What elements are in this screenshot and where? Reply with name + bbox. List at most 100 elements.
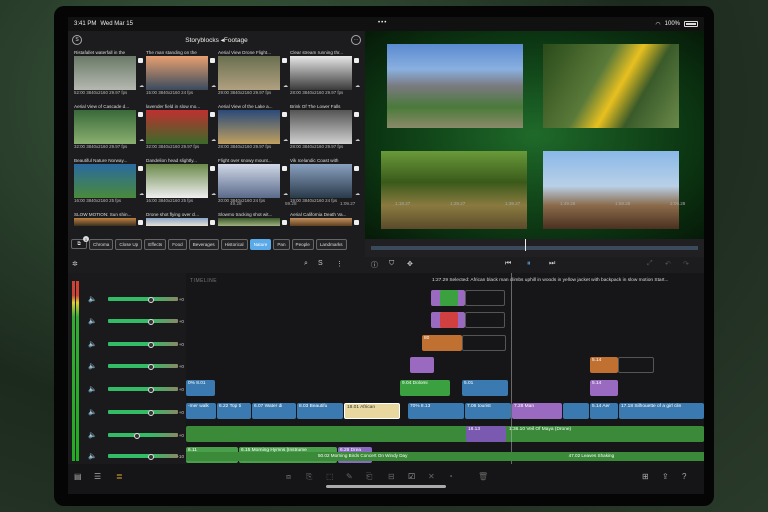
footage-tile[interactable]: lavender field in slow mo... ☁ 32:00 3840x…: [146, 104, 216, 150]
speaker-icon[interactable]: 🔈: [88, 362, 102, 370]
category-chip[interactable]: Landmarks: [315, 238, 347, 250]
delete-icon[interactable]: ✕: [428, 472, 435, 481]
footage-tile[interactable]: Brink Of The Lower Falls ☁ 28:00 3840x2160…: [290, 104, 360, 150]
primary-clip[interactable]: 17.18 Silhouette of a girl clin: [619, 403, 704, 419]
select-icon[interactable]: [138, 58, 143, 63]
timeline-clip-placeholder[interactable]: [465, 290, 505, 306]
timeline-clip[interactable]: [440, 290, 458, 306]
timeline-clip[interactable]: 5.14: [590, 357, 618, 373]
footage-tile[interactable]: Flight over snowy mount... ☁ 20:00 3840x21…: [218, 158, 288, 204]
select-icon[interactable]: [138, 166, 143, 171]
move-icon[interactable]: ✥: [407, 260, 413, 268]
select-icon[interactable]: [210, 166, 215, 171]
fader-knob[interactable]: [148, 364, 154, 370]
tile-thumbnail[interactable]: ☁: [74, 110, 144, 144]
skip-forward-icon[interactable]: ⏭: [549, 260, 555, 268]
footage-tile[interactable]: Aerial View of Cascade d... ☁ 32:00 3840x2…: [74, 104, 144, 150]
scrub-bar[interactable]: [365, 239, 704, 257]
project-icon[interactable]: ▤: [74, 472, 82, 481]
fader-knob[interactable]: [148, 297, 154, 303]
tile-thumbnail[interactable]: ☁: [74, 164, 144, 198]
volume-fader[interactable]: [108, 433, 178, 439]
timeline-tracks[interactable]: TIMELINE 1:27.29 Selected: African black…: [186, 273, 704, 464]
copy-icon[interactable]: ⎘: [306, 472, 312, 482]
primary-clip[interactable]: 7.28 Man: [512, 403, 562, 419]
primary-clip[interactable]: -mer walk: [186, 403, 216, 419]
fader-knob[interactable]: [148, 454, 154, 460]
info-icon[interactable]: ⓘ: [371, 260, 378, 270]
volume-fader[interactable]: [108, 364, 178, 370]
cloud-download-icon[interactable]: ☁: [139, 191, 144, 197]
category-chip[interactable]: Pan: [273, 238, 290, 250]
tile-thumbnail[interactable]: ☁: [218, 110, 288, 144]
fader-knob[interactable]: [148, 387, 154, 393]
volume-fader[interactable]: [108, 297, 178, 303]
filter-button[interactable]: ⧉ 1: [71, 236, 89, 249]
detach-icon[interactable]: ⬚: [326, 472, 334, 481]
cloud-download-icon[interactable]: ☁: [283, 191, 288, 197]
footage-tile[interactable]: Dandelion head slightly... ☁ 16:00 3840x21…: [146, 158, 216, 204]
skip-back-icon[interactable]: ⏮: [505, 260, 511, 268]
storyblocks-icon[interactable]: S: [318, 260, 323, 267]
volume-fader[interactable]: [108, 454, 178, 460]
primary-clip[interactable]: 6.07 Water di: [252, 403, 296, 419]
select-icon[interactable]: [282, 58, 287, 63]
undo-icon[interactable]: ↶: [665, 260, 671, 268]
timeline-clip-placeholder[interactable]: [465, 312, 505, 328]
edit-icon[interactable]: ✎: [346, 472, 353, 481]
select-icon[interactable]: [138, 220, 143, 225]
primary-clip[interactable]: 5.14 Aer: [590, 403, 618, 419]
footage-tile[interactable]: Ristafallet waterfall in the ☁ 52:00 3840x…: [74, 50, 144, 96]
volume-fader[interactable]: [108, 342, 178, 348]
speaker-icon[interactable]: 🔈: [88, 340, 102, 348]
settings-icon[interactable]: ✲: [72, 260, 78, 268]
fader-knob[interactable]: [148, 342, 154, 348]
category-chip[interactable]: Nature: [249, 238, 272, 250]
select-icon[interactable]: [354, 220, 359, 225]
timeline-view-icon[interactable]: ≣: [116, 472, 123, 481]
tile-thumbnail[interactable]: ☁: [290, 56, 360, 90]
cloud-download-icon[interactable]: ☁: [211, 137, 216, 143]
speaker-icon[interactable]: 🔈: [88, 408, 102, 416]
cloud-download-icon[interactable]: ☁: [355, 83, 360, 89]
footage-tile[interactable]: Aerial California Death Va...: [290, 212, 360, 232]
storyblocks-logo-button[interactable]: S: [72, 35, 82, 45]
home-indicator[interactable]: [326, 485, 446, 488]
category-chip[interactable]: Food: [168, 238, 187, 250]
timeline-clip-placeholder[interactable]: [618, 357, 654, 373]
footage-tile[interactable]: Slowmo tracking shot wit...: [218, 212, 288, 232]
primary-clip[interactable]: 6.22 Top ti: [217, 403, 251, 419]
fullscreen-icon[interactable]: ⤢: [647, 260, 653, 268]
select-icon[interactable]: [210, 58, 215, 63]
category-chip[interactable]: Beverages: [188, 238, 219, 250]
timeline-clip[interactable]: 9.04 Dolomi: [400, 380, 450, 396]
scrub-track[interactable]: [371, 246, 698, 250]
select-icon[interactable]: [282, 220, 287, 225]
list-icon[interactable]: ☰: [94, 472, 101, 481]
speaker-icon[interactable]: 🔈: [88, 431, 102, 439]
cloud-download-icon[interactable]: ☁: [139, 83, 144, 89]
tile-thumbnail[interactable]: [146, 218, 215, 226]
primary-clip[interactable]: 8.03 Beautifu: [297, 403, 343, 419]
select-icon[interactable]: [210, 112, 215, 117]
selected-clip[interactable]: 18.01 African: [344, 403, 400, 419]
category-chip[interactable]: Close Up: [115, 238, 143, 250]
scrub-playhead[interactable]: [525, 239, 526, 251]
primary-clip[interactable]: 7.06 tourist: [465, 403, 511, 419]
timeline-clip[interactable]: [440, 312, 458, 328]
timeline-ruler[interactable]: 49.28 59.28 1:09.27 1:19.27 1:29.27 1:39.27 1:…: [186, 200, 704, 208]
timeline-clip[interactable]: 5.01: [462, 380, 508, 396]
footage-tile[interactable]: SLOW MOTION: Sun shin...: [74, 212, 144, 232]
speaker-icon[interactable]: 🔈: [88, 452, 102, 460]
more-button[interactable]: ⋯: [351, 35, 361, 45]
timeline-clip[interactable]: [410, 357, 434, 373]
shield-icon[interactable]: ⛉: [389, 260, 394, 268]
tile-thumbnail[interactable]: ☁: [146, 56, 216, 90]
play-icon[interactable]: ⏸: [527, 260, 531, 268]
select-icon[interactable]: [282, 166, 287, 171]
trim-icon[interactable]: ⊟: [388, 472, 395, 481]
redo-icon[interactable]: ↷: [683, 260, 689, 268]
search-icon[interactable]: ⌕: [304, 260, 308, 268]
speaker-icon[interactable]: 🔈: [88, 385, 102, 393]
tile-thumbnail[interactable]: [290, 218, 359, 226]
